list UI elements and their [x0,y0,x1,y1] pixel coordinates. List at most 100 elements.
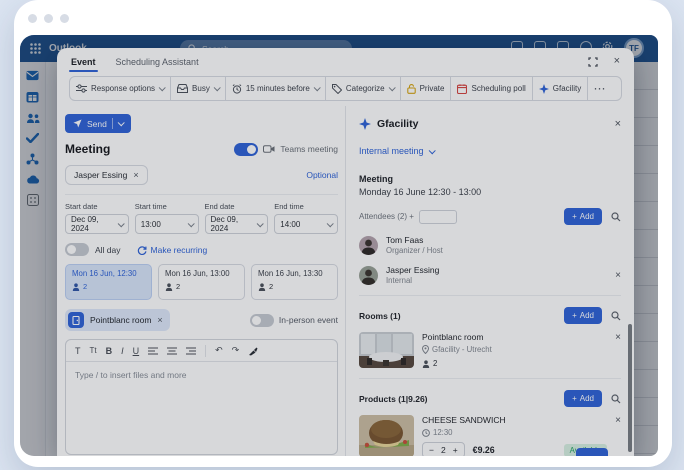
mail-icon[interactable] [26,70,39,81]
outlook-window: Outlook Search TF [20,35,658,456]
start-time-select[interactable]: 13:00 [135,214,199,234]
align-right-icon[interactable] [186,347,196,355]
redo-icon[interactable]: ↷ [232,345,240,356]
panel-meeting-datetime: Monday 16 June 12:30 - 13:00 [359,187,621,197]
ellipsis-icon: ··· [594,84,606,94]
add-room-button[interactable]: +Add [564,307,602,324]
busy-status-button[interactable]: Busy [171,77,226,100]
quantity-stepper[interactable]: − 2 + [422,442,465,456]
end-time-label: End time [274,202,338,211]
attendee-role: Organizer / Host [386,246,443,255]
reminder-button[interactable]: 15 minutes before [226,77,326,100]
align-left-icon[interactable] [148,347,158,355]
bold-icon[interactable]: B [106,346,113,356]
make-recurring-link[interactable]: Make recurring [137,245,208,255]
app-launcher-icon[interactable] [30,43,41,54]
product-time: 12:30 [433,428,453,437]
format-painter-icon[interactable] [248,346,258,356]
window-dot[interactable] [44,14,53,23]
meeting-type-dropdown[interactable]: Internal meeting [359,146,621,156]
people-icon[interactable] [26,113,40,123]
panel-meeting-title: Meeting [359,174,621,184]
teams-meeting-toggle[interactable] [234,143,258,156]
event-title[interactable]: Meeting [65,142,234,156]
event-dialog: Event Scheduling Assistant × Response op… [57,48,634,456]
categorize-button[interactable]: Categorize [326,77,401,100]
panel-scrollbar[interactable] [628,324,632,452]
end-date-select[interactable]: Dec 09, 2024 [205,214,269,234]
onedrive-cloud-icon[interactable] [26,175,40,184]
suggestion-card[interactable]: Mon 16 Jun, 13:30 2 [251,264,338,300]
start-date-select[interactable]: Dec 09, 2024 [65,214,129,234]
attendee-chip[interactable]: Jasper Essing × [65,165,148,185]
text-style-icon[interactable]: T [75,346,81,356]
todo-check-icon[interactable] [26,133,39,143]
start-time-label: Start time [135,202,199,211]
person-icon [258,283,266,291]
recurring-icon [137,245,147,255]
remove-room-icon[interactable]: × [615,332,621,343]
gfacility-logo-icon [359,118,371,130]
window-controls[interactable] [28,14,69,23]
search-attendee-icon[interactable] [611,212,621,222]
end-time-select[interactable]: 14:00 [274,214,338,234]
undo-icon[interactable]: ↶ [215,345,223,356]
italic-icon[interactable]: I [121,346,124,356]
camera-icon [263,145,275,153]
alarm-icon [232,84,242,94]
close-panel-icon[interactable]: × [615,119,621,130]
room-capacity: 2 [433,359,437,368]
minus-icon[interactable]: − [429,445,434,455]
in-person-toggle[interactable] [250,314,274,327]
add-attendee-button[interactable]: +Add [564,208,602,225]
all-day-toggle[interactable] [65,243,89,256]
editor-toolbar: T Tt B I U ↶ ↷ [66,340,337,362]
attendee-name: Tom Faas [386,235,443,245]
sliders-icon [76,84,87,93]
attendee-quick-input[interactable] [419,210,457,224]
window-dot[interactable] [60,14,69,23]
room-photo [359,332,414,368]
rooms-label: Rooms (1) [359,311,401,321]
editor-body[interactable]: Type / to insert files and more [66,362,337,388]
optional-link[interactable]: Optional [306,170,338,180]
expand-icon[interactable] [588,57,598,67]
remove-product-icon[interactable]: × [615,415,621,426]
attendee-name: Jasper Essing [386,265,439,275]
private-button[interactable]: Private [401,77,452,100]
window-dot[interactable] [28,14,37,23]
all-day-label: All day [95,245,121,255]
add-product-button[interactable]: +Add [564,390,602,407]
remove-attendee-icon[interactable]: × [615,270,621,281]
org-network-icon[interactable] [26,153,39,165]
remove-room-icon[interactable]: × [157,316,162,325]
tag-icon [332,84,342,94]
more-apps-icon[interactable] [27,194,39,206]
app-rail [20,62,46,456]
align-center-icon[interactable] [167,347,177,355]
add-button-partial[interactable] [576,448,608,456]
underline-icon[interactable]: U [133,346,140,356]
suggestion-card[interactable]: Mon 16 Jun, 13:00 2 [158,264,245,300]
plus-icon[interactable]: + [453,445,458,455]
calendar-icon[interactable] [26,91,39,103]
tab-event[interactable]: Event [69,50,98,72]
tab-scheduling-assistant[interactable]: Scheduling Assistant [114,50,201,72]
more-options-button[interactable]: ··· [588,77,612,100]
dialog-tabs: Event Scheduling Assistant × [57,48,634,74]
search-room-icon[interactable] [611,311,621,321]
in-person-label: In-person event [279,315,338,325]
room-chip[interactable]: Pointblanc room × [65,309,170,331]
gfacility-button[interactable]: Gfacility [533,77,588,100]
font-size-icon[interactable]: Tt [90,346,97,355]
remove-attendee-icon[interactable]: × [133,171,138,180]
busy-icon [177,84,188,93]
suggestion-card-selected[interactable]: Mon 16 Jun, 12:30 2 [65,264,152,300]
scheduling-poll-button[interactable]: Scheduling poll [451,77,532,100]
response-options-button[interactable]: Response options [70,77,171,100]
attendee-row: Tom Faas Organizer / Host [359,235,621,255]
close-icon[interactable]: × [614,56,620,67]
search-product-icon[interactable] [611,394,621,404]
send-button[interactable]: Send [65,114,131,133]
person-icon [422,360,430,368]
